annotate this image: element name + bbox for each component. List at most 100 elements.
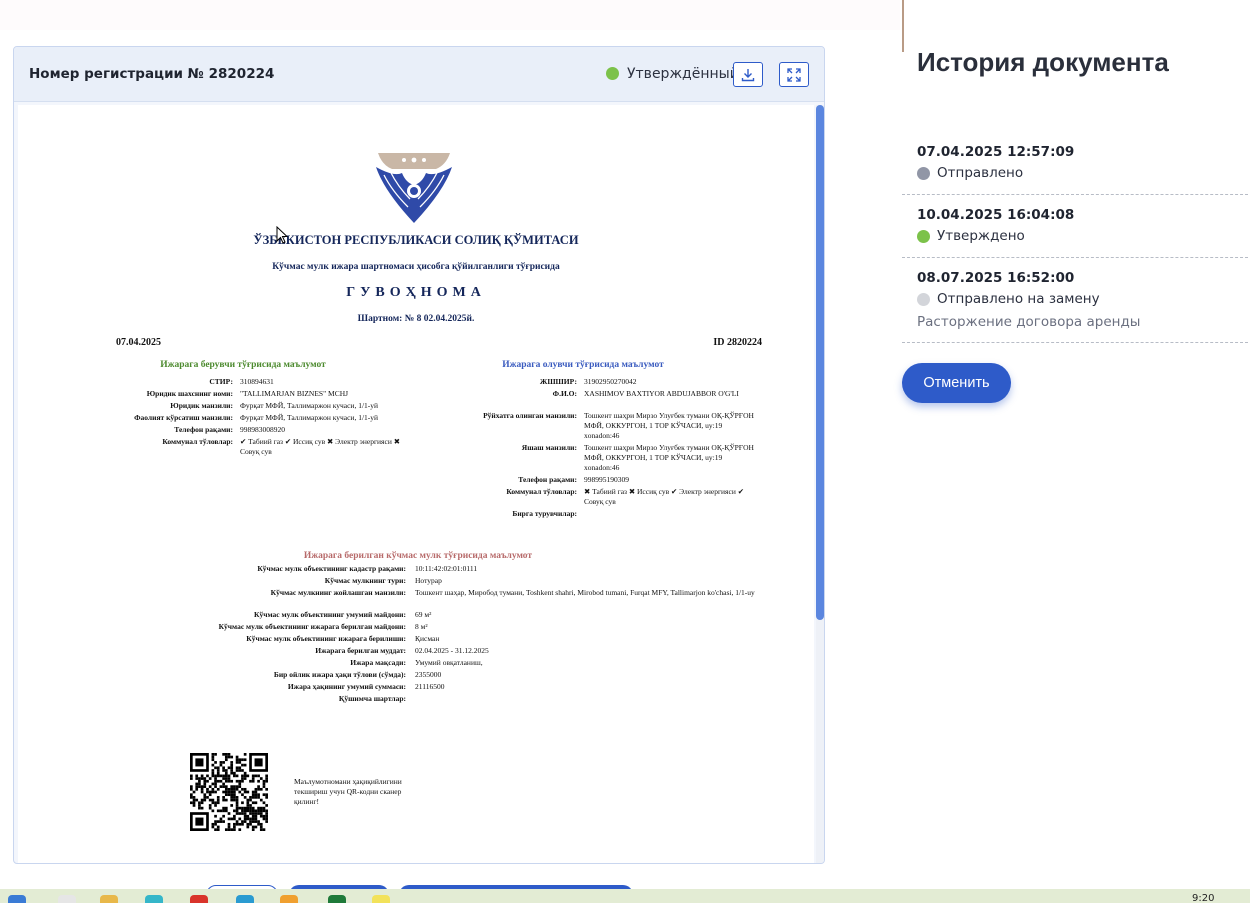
mouse-cursor-icon xyxy=(276,226,288,244)
history-title: История документа xyxy=(917,47,1169,77)
history-status: Утверждено xyxy=(937,228,1025,244)
property-field-row: Бир ойлик ижара ҳақи тўлови (сўмда): 2355… xyxy=(18,670,814,680)
property-field-label: Ижара мақсади: xyxy=(350,658,406,667)
cancel-button[interactable]: Отменить xyxy=(902,363,1011,403)
top-strip xyxy=(0,0,900,30)
lessee-field-value: 998995190309 xyxy=(584,475,629,484)
history-date: 10.04.2025 16:04:08 xyxy=(917,207,1075,223)
certificate-org: ЎЗБЕКИСТОН РЕСПУБЛИКАСИ СОЛИҚ ҚЎМИТАСИ xyxy=(253,233,579,247)
history-date: 07.04.2025 12:57:09 xyxy=(917,144,1075,160)
lessee-field-value: Тошкент шаҳри Мирзо Улуғбек тумани ОҚ-ҚЎ… xyxy=(584,411,754,440)
property-field-label: Кўчмас мулк объектининг ижарага берилган… xyxy=(218,622,406,631)
certificate-date: 07.04.2025 xyxy=(116,337,161,348)
download-icon xyxy=(741,69,755,82)
property-field-value: Тошкент шаҳар, Миробод тумани, Toshkent … xyxy=(415,588,755,597)
property-field-row: Кўчмас мулкнинг жойлашган манзили: Тошкен… xyxy=(18,588,814,608)
lessee-field-label: Ф.И.О: xyxy=(552,389,577,398)
property-field-label: Қўшимча шартлар: xyxy=(338,694,406,703)
property-field-value: Нотурар xyxy=(415,576,442,585)
lessee-field-row: Коммунал тўловлар: ✖ Табиий газ ✖ Иссиқ с… xyxy=(18,487,814,507)
property-field-label: Кўчмас мулкнинг жойлашган манзили: xyxy=(270,588,406,597)
status-dot-icon xyxy=(606,67,619,80)
lessee-field-row: ЖШШИР: 31902950270042 xyxy=(18,377,814,387)
chrome-icon[interactable] xyxy=(190,895,208,903)
taskbar-app-icon[interactable] xyxy=(58,895,76,903)
certificate: ЎЗБЕКИСТОН РЕСПУБЛИКАСИ СОЛИҚ ҚЎМИТАСИ К… xyxy=(18,105,814,863)
property-field-label: Кўчмас мулк объектининг умумий майдони: xyxy=(254,610,406,619)
lessee-field-label: Рўйхатга олинган манзили: xyxy=(483,411,577,420)
status-badge: Утверждённый xyxy=(627,66,739,82)
taskbar-clock: 9:20 xyxy=(1192,893,1215,903)
excel-icon[interactable] xyxy=(328,895,346,903)
certificate-id: ID 2820224 xyxy=(713,337,762,348)
qr-caption: Маълумотномани ҳақиқийлигини текшириш уч… xyxy=(294,777,402,806)
history-item: 07.04.2025 12:57:09 Отправлено xyxy=(902,130,1248,195)
property-field-row: Ижарага берилган муддат: 02.04.2025 - 31.… xyxy=(18,646,814,656)
status-dot-icon xyxy=(917,167,930,180)
property-field-value: 69 м² xyxy=(415,610,432,619)
property-field-row: Қўшимча шартлар: xyxy=(18,694,814,714)
property-field-label: Кўчмас мулк объектининг кадастр рақами: xyxy=(257,564,406,573)
property-field-row: Кўчмас мулк объектининг ижарага берилган… xyxy=(18,622,814,632)
property-heading: Ижарага берилган кўчмас мулк тўғрисида м… xyxy=(303,551,533,561)
expand-icon xyxy=(787,68,801,82)
history-status: Отправлено на замену xyxy=(937,291,1100,307)
lessee-field-row: Ф.И.О: XASHIMOV BAXTIYOR ABDUJABBOR O'G'L… xyxy=(18,389,814,409)
certificate-doc-title: ГУВОҲНОМА xyxy=(346,285,486,300)
lessee-field-label: Бирга турувчилар: xyxy=(512,509,577,518)
lessee-field-label: Телефон рақами: xyxy=(518,475,577,484)
lessee-field-label: Коммунал тўловлар: xyxy=(506,487,577,496)
taskbar-app-icon[interactable] xyxy=(236,895,254,903)
viewer-header: Номер регистрации № 2820224 Утверждённый xyxy=(14,47,824,102)
lessee-field-label: Яшаш манзили: xyxy=(521,443,577,452)
lessee-field-value: 31902950270042 xyxy=(584,377,637,386)
taskbar xyxy=(0,889,1250,903)
lessee-field-row: Бирга турувчилар: xyxy=(18,509,814,519)
property-field-value: Умумий овқатланиш, xyxy=(415,658,483,667)
status-dot-icon xyxy=(917,230,930,243)
lessor-heading: Ижарага берувчи тўғрисида маълумот xyxy=(160,360,326,370)
lessee-field-value: ✖ Табиий газ ✖ Иссиқ сув ✔ Электр энерги… xyxy=(584,487,744,506)
download-button[interactable] xyxy=(733,62,763,87)
property-field-value: Қисман xyxy=(415,634,440,643)
vertical-divider xyxy=(902,0,904,52)
history-item: 10.04.2025 16:04:08 Утверждено xyxy=(902,195,1248,258)
certificate-subtitle: Кўчмас мулк ижара шартномаси ҳисобга қўй… xyxy=(272,262,560,272)
history-date: 08.07.2025 16:52:00 xyxy=(917,270,1075,286)
property-field-row: Кўчмас мулк объектининг умумий майдони: 6… xyxy=(18,610,814,620)
property-field-label: Ижарага берилган муддат: xyxy=(315,646,406,655)
property-field-row: Кўчмас мулк объектининг ижарага берилиши… xyxy=(18,634,814,644)
property-field-label: Бир ойлик ижара ҳақи тўлови (сўмда): xyxy=(273,670,406,679)
tax-committee-emblem-icon xyxy=(376,153,452,223)
expand-button[interactable] xyxy=(779,62,809,87)
property-field-row: Ижара мақсади: Умумий овқатланиш, xyxy=(18,658,814,668)
lessee-field-value: XASHIMOV BAXTIYOR ABDUJABBOR O'G'LI xyxy=(584,389,739,398)
document-viewer: Номер регистрации № 2820224 Утверждённый… xyxy=(13,46,825,864)
certificate-contract: Шартном: № 8 02.04.2025й. xyxy=(357,314,475,324)
property-field-label: Кўчмас мулк объектининг ижарага берилиши… xyxy=(246,634,406,643)
lessee-field-row: Рўйхатга олинган манзили: Тошкент шаҳри М… xyxy=(18,411,814,441)
property-field-value: 02.04.2025 - 31.12.2025 xyxy=(415,646,489,655)
history-item: 08.07.2025 16:52:00 Отправлено на замену… xyxy=(902,258,1248,343)
folder-icon[interactable] xyxy=(100,895,118,903)
property-field-row: Ижара ҳақининг умумий суммаси: 21116500 xyxy=(18,682,814,692)
document-page[interactable]: ЎЗБЕКИСТОН РЕСПУБЛИКАСИ СОЛИҚ ҚЎМИТАСИ К… xyxy=(18,105,814,863)
qr-code-icon xyxy=(190,753,268,831)
status-dot-icon xyxy=(917,293,930,306)
lessee-field-row: Яшаш манзили: Тошкент шаҳри Мирзо Улуғбек… xyxy=(18,443,814,473)
property-field-value: 21116500 xyxy=(415,682,445,691)
lessee-field-row: Телефон рақами: 998995190309 xyxy=(18,475,814,485)
property-field-label: Ижара ҳақининг умумий суммаси: xyxy=(287,682,406,691)
start-icon[interactable] xyxy=(8,895,26,903)
history-note: Расторжение договора аренды xyxy=(917,314,1141,330)
property-field-label: Кўчмас мулкнинг тури: xyxy=(324,576,406,585)
property-field-row: Кўчмас мулкнинг тури: Нотурар xyxy=(18,576,814,586)
scrollbar-thumb[interactable] xyxy=(816,105,824,620)
property-field-value: 2355000 xyxy=(415,670,442,679)
lessee-field-label: ЖШШИР: xyxy=(539,377,577,386)
taskbar-app-icon[interactable] xyxy=(280,895,298,903)
property-field-row: Кўчмас мулк объектининг кадастр рақами: 1… xyxy=(18,564,814,574)
taskbar-app-icon[interactable] xyxy=(372,895,390,903)
registration-number: Номер регистрации № 2820224 xyxy=(29,66,275,82)
taskbar-app-icon[interactable] xyxy=(145,895,163,903)
